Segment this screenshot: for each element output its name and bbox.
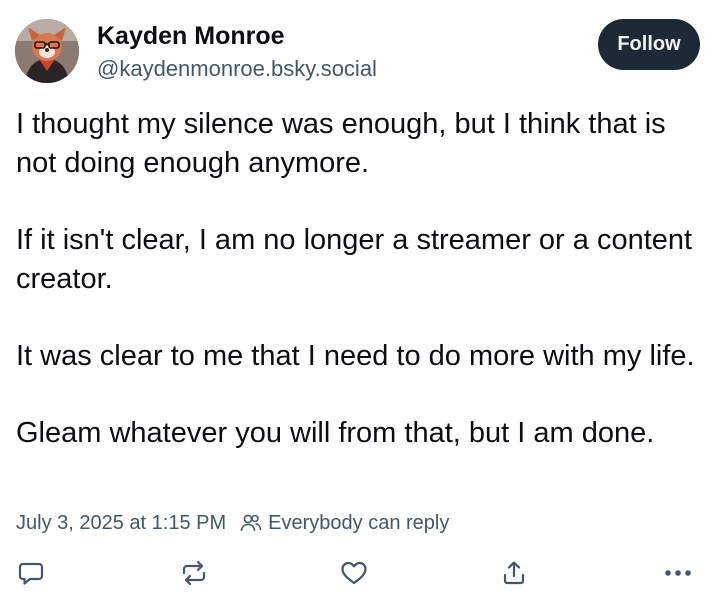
reply-setting-label: Everybody can reply: [268, 512, 450, 534]
post-text: I thought my silence was enough, but I t…: [16, 105, 706, 491]
author-handle[interactable]: @kaydenmonroe.bsky.social: [97, 55, 377, 83]
people-icon: [240, 514, 262, 532]
share-icon: [503, 561, 525, 585]
author-info: Kayden Monroe @kaydenmonroe.bsky.social: [97, 20, 377, 83]
follow-button[interactable]: Follow: [598, 19, 700, 70]
more-icon: [665, 570, 691, 576]
post-timestamp[interactable]: July 3, 2025 at 1:15 PM: [16, 509, 226, 537]
like-button[interactable]: [336, 555, 372, 591]
author-display-name[interactable]: Kayden Monroe: [97, 20, 377, 52]
post-paragraph: Gleam whatever you will from that, but I…: [16, 417, 655, 449]
avatar[interactable]: [15, 19, 79, 83]
reply-setting[interactable]: Everybody can reply: [240, 509, 449, 537]
post-meta: July 3, 2025 at 1:15 PM Everybody can re…: [16, 509, 449, 537]
post-paragraph: If it isn't clear, I am no longer a stre…: [16, 224, 693, 295]
avatar-image: [15, 19, 79, 83]
post-paragraph: I thought my silence was enough, but I t…: [16, 108, 666, 179]
post-paragraph: It was clear to me that I need to do mor…: [16, 340, 695, 372]
action-bar: [0, 555, 714, 591]
repost-button[interactable]: [176, 555, 212, 591]
more-options-button[interactable]: [660, 555, 696, 591]
repost-icon: [182, 560, 206, 586]
comment-icon: [18, 562, 44, 585]
share-button[interactable]: [496, 555, 532, 591]
reply-button[interactable]: [13, 555, 49, 591]
post-card: Kayden Monroe @kaydenmonroe.bsky.social …: [0, 0, 714, 604]
like-icon: [341, 561, 367, 585]
